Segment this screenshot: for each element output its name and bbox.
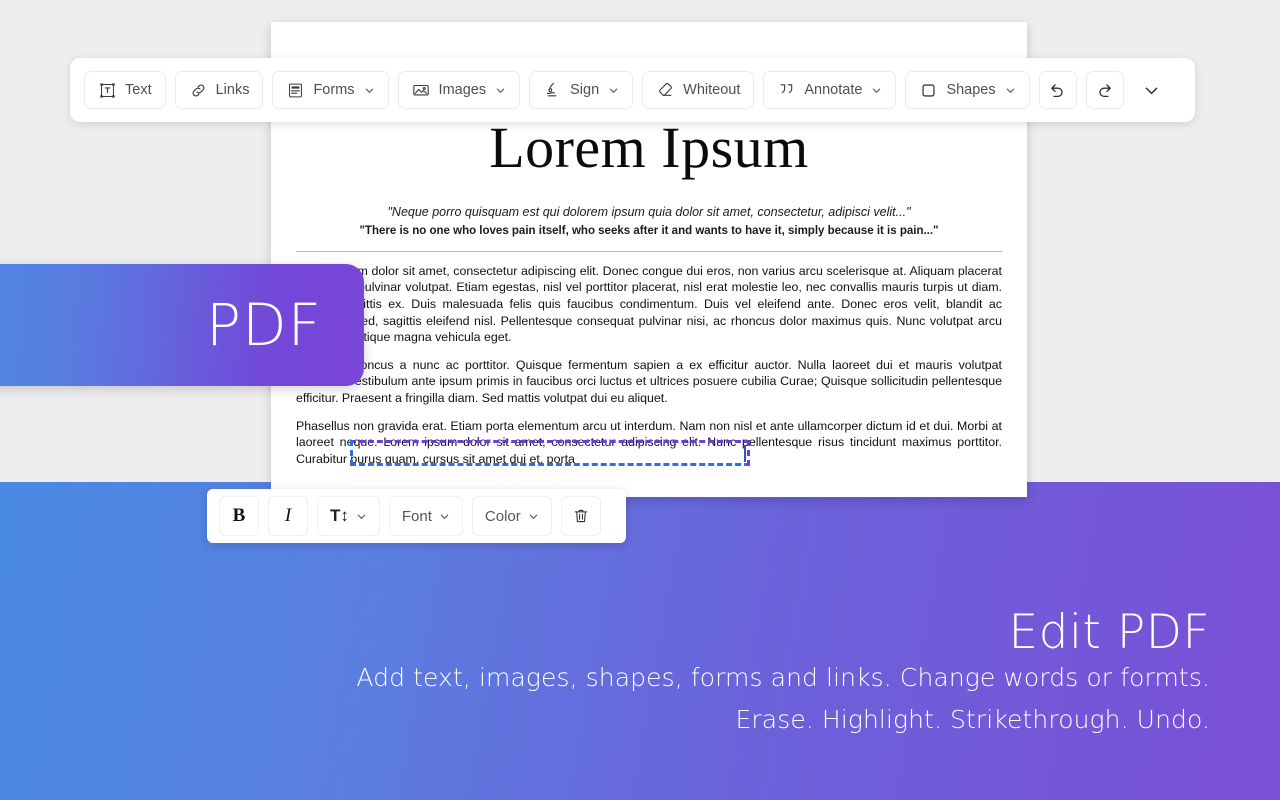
- document-paragraph[interactable]: Lorem ipsum dolor sit amet, consectetur …: [296, 263, 1002, 346]
- toolbar-label-forms: Forms: [313, 82, 355, 98]
- editor-toolbar: Text Links Forms Images Sign Whiteout An…: [70, 58, 1195, 122]
- document-quote-latin: "Neque porro quisquam est qui dolorem ip…: [387, 204, 911, 219]
- toolbar-label-text: Text: [125, 82, 152, 98]
- toolbar-button-text[interactable]: Text: [84, 71, 166, 109]
- toolbar-button-sign[interactable]: Sign: [529, 71, 634, 109]
- promo-line-2: Erase. Highlight. Strikethrough. Undo.: [735, 704, 1210, 734]
- text-color-label: Color: [484, 507, 521, 525]
- undo-icon: [1048, 81, 1067, 100]
- toolbar-button-whiteout[interactable]: Whiteout: [642, 71, 755, 109]
- toolbar-label-whiteout: Whiteout: [683, 82, 741, 98]
- chevron-down-icon: [495, 85, 506, 96]
- document-title: Lorem Ipsum: [489, 115, 809, 180]
- eraser-icon: [656, 81, 675, 100]
- font-family-button[interactable]: Font: [388, 496, 463, 536]
- redo-button[interactable]: [1085, 71, 1124, 109]
- image-icon: [412, 81, 431, 100]
- chevron-down-icon: [439, 511, 450, 522]
- chevron-down-icon: [528, 511, 539, 522]
- redo-icon: [1095, 81, 1114, 100]
- document-body: Lorem ipsum dolor sit amet, consectetur …: [296, 252, 1002, 468]
- text-box-icon: [98, 81, 117, 100]
- document-paragraph-selected[interactable]: Phasellus non gravida erat. Etiam porta …: [296, 418, 1002, 468]
- chevron-down-icon: [871, 85, 882, 96]
- form-icon: [286, 81, 305, 100]
- square-icon: [919, 81, 938, 100]
- chevron-down-icon: [1142, 81, 1161, 100]
- text-color-button[interactable]: Color: [471, 496, 552, 536]
- toolbar-button-annotate[interactable]: Annotate: [763, 71, 897, 109]
- pdf-badge: PDF: [0, 264, 364, 386]
- toolbar-button-shapes[interactable]: Shapes: [905, 71, 1030, 109]
- text-cursor-caret: [744, 445, 746, 462]
- promo-line-1: Add text, images, shapes, forms and link…: [356, 663, 1210, 693]
- pdf-badge-label: PDF: [206, 291, 322, 359]
- font-size-label: T↕: [330, 506, 349, 525]
- font-family-label: Font: [401, 507, 432, 525]
- italic-label: I: [284, 505, 292, 526]
- text-format-toolbar: B I T↕ Font Color: [207, 489, 626, 543]
- document-paragraph[interactable]: Vivamus rhoncus a nunc ac porttitor. Qui…: [296, 357, 1002, 407]
- toolbar-collapse-button[interactable]: [1133, 71, 1171, 109]
- delete-button[interactable]: [560, 496, 601, 536]
- trash-icon: [571, 507, 590, 526]
- toolbar-label-sign: Sign: [570, 82, 600, 98]
- chevron-down-icon: [364, 85, 375, 96]
- toolbar-label-annotate: Annotate: [804, 82, 863, 98]
- toolbar-label-links: Links: [215, 82, 250, 98]
- chevron-down-icon: [608, 85, 619, 96]
- promo-block: Edit PDF Add text, images, shapes, forms…: [50, 608, 1210, 740]
- bold-label: B: [232, 505, 246, 526]
- promo-title: Edit PDF: [1008, 605, 1210, 660]
- bold-button[interactable]: B: [219, 496, 259, 536]
- toolbar-label-shapes: Shapes: [946, 82, 996, 98]
- chevron-down-icon: [1005, 85, 1016, 96]
- signature-icon: [543, 81, 562, 100]
- toolbar-label-images: Images: [438, 82, 487, 98]
- font-size-button[interactable]: T↕: [317, 496, 380, 536]
- undo-button[interactable]: [1038, 71, 1077, 109]
- toolbar-button-links[interactable]: Links: [174, 71, 264, 109]
- chevron-down-icon: [356, 511, 367, 522]
- toolbar-button-images[interactable]: Images: [397, 71, 521, 109]
- quote-icon: [777, 81, 796, 100]
- link-icon: [189, 81, 208, 100]
- document-quote-english: "There is no one who loves pain itself, …: [359, 224, 939, 237]
- toolbar-button-forms[interactable]: Forms: [272, 71, 389, 109]
- italic-button[interactable]: I: [268, 496, 308, 536]
